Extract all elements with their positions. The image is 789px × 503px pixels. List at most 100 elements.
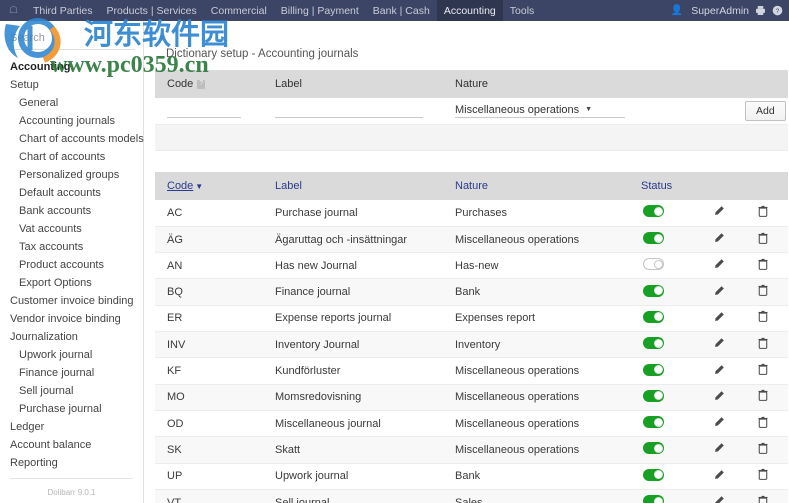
sidebar-item-journalization[interactable]: Journalization (0, 328, 143, 346)
sidebar-item-sell-journal[interactable]: Sell journal (0, 382, 143, 400)
sidebar-item-bank-accounts[interactable]: Bank accounts (0, 202, 143, 220)
trash-icon[interactable] (757, 232, 769, 245)
sidebar-item-tax-accounts[interactable]: Tax accounts (0, 238, 143, 256)
status-toggle[interactable] (643, 390, 664, 402)
column-header-label-link[interactable]: Label (275, 180, 302, 192)
status-toggle[interactable] (643, 337, 664, 349)
info-icon[interactable] (197, 80, 205, 89)
trash-icon[interactable] (757, 258, 769, 271)
pencil-icon[interactable] (713, 258, 725, 270)
nav-item-billing-payment[interactable]: Billing | Payment (274, 0, 366, 21)
sidebar-item-reporting[interactable]: Reporting (0, 454, 143, 472)
sidebar-item-account-balance[interactable]: Account balance (0, 436, 143, 454)
cell-nature: Miscellaneous operations (443, 437, 629, 463)
trash-icon[interactable] (757, 205, 769, 218)
code-input[interactable] (167, 103, 241, 118)
status-toggle[interactable] (643, 205, 664, 217)
status-toggle[interactable] (643, 442, 664, 454)
pencil-icon[interactable] (713, 495, 725, 503)
pencil-icon[interactable] (713, 442, 725, 454)
home-icon[interactable]: ☖ (0, 0, 26, 21)
cell-nature: Sales (443, 489, 629, 503)
cell-nature: Purchases (443, 200, 629, 226)
trash-icon[interactable] (757, 495, 769, 503)
sidebar-item-purchase-journal[interactable]: Purchase journal (0, 400, 143, 418)
trash-icon[interactable] (757, 389, 769, 402)
trash-icon[interactable] (757, 363, 769, 376)
sidebar-item-customer-invoice-binding[interactable]: Customer invoice binding (0, 292, 143, 310)
sidebar-item-product-accounts[interactable]: Product accounts (0, 256, 143, 274)
cell-label: Purchase journal (263, 200, 443, 226)
trash-icon[interactable] (757, 310, 769, 323)
status-toggle[interactable] (643, 495, 664, 503)
trash-icon[interactable] (757, 284, 769, 297)
pencil-icon[interactable] (713, 390, 725, 402)
status-toggle[interactable] (643, 232, 664, 244)
column-header-label[interactable]: Label (263, 172, 443, 200)
pencil-icon[interactable] (713, 337, 725, 349)
pencil-icon[interactable] (713, 469, 725, 481)
column-header-nature[interactable]: Nature (443, 172, 629, 200)
status-toggle[interactable] (643, 285, 664, 297)
user-icon: 👤 (671, 5, 683, 16)
status-toggle[interactable] (643, 416, 664, 428)
status-toggle[interactable] (643, 364, 664, 376)
add-button[interactable]: Add (745, 101, 786, 121)
pencil-icon[interactable] (713, 285, 725, 297)
sidebar-item-vendor-invoice-binding[interactable]: Vendor invoice binding (0, 310, 143, 328)
pencil-icon[interactable] (713, 232, 725, 244)
nav-item-products-services[interactable]: Products | Services (100, 0, 204, 21)
add-header-code: Code (155, 70, 263, 98)
pencil-icon[interactable] (713, 364, 725, 376)
cell-delete (745, 279, 788, 305)
pencil-icon[interactable] (713, 205, 725, 217)
sidebar-item-accounting[interactable]: Accounting (0, 58, 143, 76)
sidebar-item-vat-accounts[interactable]: Vat accounts (0, 220, 143, 238)
nav-item-tools[interactable]: Tools (503, 0, 542, 21)
sidebar-item-general[interactable]: General (0, 94, 143, 112)
pencil-icon[interactable] (713, 311, 725, 323)
trash-icon[interactable] (757, 442, 769, 455)
username-label[interactable]: SuperAdmin (691, 5, 749, 17)
column-header-code[interactable]: Code▼ (155, 172, 263, 200)
sidebar-item-setup[interactable]: Setup (0, 76, 143, 94)
top-nav-user-area: 👤 SuperAdmin ? (671, 0, 789, 21)
trash-icon[interactable] (757, 468, 769, 481)
sidebar-item-personalized-groups[interactable]: Personalized groups (0, 166, 143, 184)
nav-item-commercial[interactable]: Commercial (204, 0, 274, 21)
nav-item-accounting[interactable]: Accounting (437, 0, 503, 21)
cell-label: Expense reports journal (263, 305, 443, 331)
dolibarr-logo[interactable]: olibarr ERP/CRM (2, 23, 142, 25)
column-header-code-link[interactable]: Code (167, 180, 193, 192)
sidebar-item-chart-of-accounts[interactable]: Chart of accounts (0, 148, 143, 166)
sidebar-item-export-options[interactable]: Export Options (0, 274, 143, 292)
cell-nature: Miscellaneous operations (443, 226, 629, 252)
sidebar-item-default-accounts[interactable]: Default accounts (0, 184, 143, 202)
status-toggle[interactable] (643, 311, 664, 323)
label-input[interactable] (275, 103, 423, 118)
nav-item-bank-cash[interactable]: Bank | Cash (366, 0, 437, 21)
status-toggle[interactable] (643, 469, 664, 481)
help-circle-icon[interactable]: ? (772, 5, 783, 16)
sidebar-item-ledger[interactable]: Ledger (0, 418, 143, 436)
trash-icon[interactable] (757, 337, 769, 350)
cell-code: INV (155, 332, 263, 358)
column-header-nature-link[interactable]: Nature (455, 180, 488, 192)
cell-delete (745, 253, 788, 279)
sidebar-item-upwork-journal[interactable]: Upwork journal (0, 346, 143, 364)
search-box[interactable]: ▼ (8, 31, 135, 50)
sort-caret-icon[interactable]: ▼ (193, 182, 203, 191)
nav-item-third-parties[interactable]: Third Parties (26, 0, 100, 21)
status-toggle[interactable] (643, 258, 664, 270)
sidebar-item-finance-journal[interactable]: Finance journal (0, 364, 143, 382)
column-header-status[interactable]: Status (629, 172, 701, 200)
column-header-status-link[interactable]: Status (641, 180, 672, 192)
trash-icon[interactable] (757, 416, 769, 429)
search-input[interactable] (8, 31, 154, 45)
pencil-icon[interactable] (713, 416, 725, 428)
sidebar-item-chart-of-accounts-models[interactable]: Chart of accounts models (0, 130, 143, 148)
nature-select[interactable]: Miscellaneous operations ▼ (455, 104, 625, 118)
cell-code: MO (155, 384, 263, 410)
sidebar-item-accounting-journals[interactable]: Accounting journals (0, 112, 143, 130)
printer-icon[interactable] (755, 5, 766, 16)
